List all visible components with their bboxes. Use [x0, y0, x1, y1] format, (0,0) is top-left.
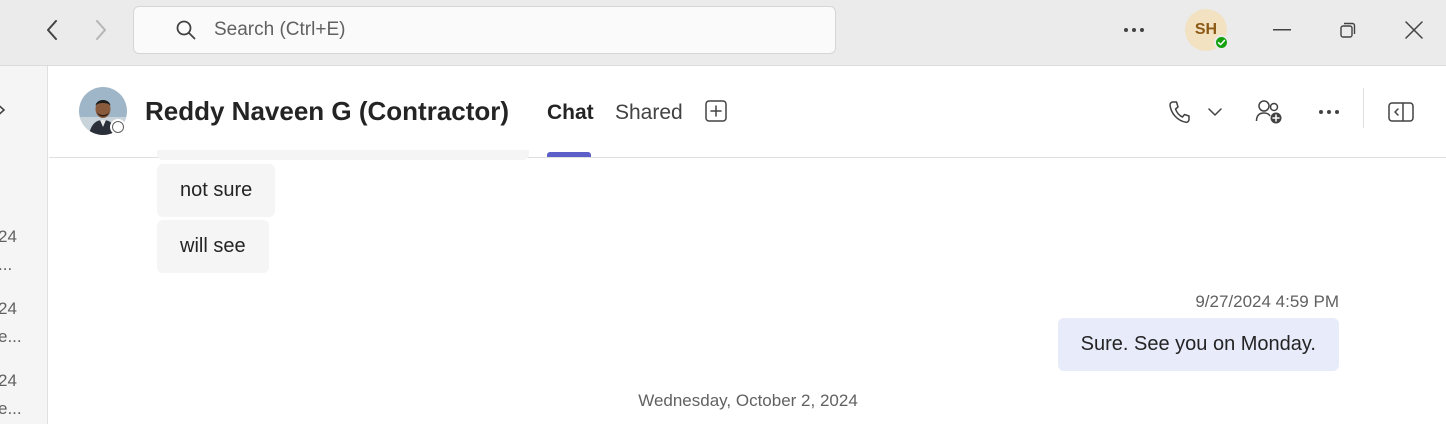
search-icon [174, 18, 198, 42]
chat-list-item[interactable]: 24 e... [0, 298, 22, 348]
chat-list-item-date: 24 [0, 299, 17, 318]
search-input[interactable] [212, 18, 716, 42]
more-horizontal-icon [1319, 110, 1339, 114]
available-status-icon [1214, 35, 1229, 50]
user-avatar[interactable]: SH [1185, 9, 1229, 51]
tab-shared[interactable]: Shared [615, 101, 683, 125]
chat-list-item-date: 24 [0, 227, 17, 246]
previous-message-bubble [157, 150, 529, 160]
search-box[interactable] [133, 6, 836, 54]
incoming-message[interactable]: will see [157, 220, 269, 273]
restore-icon [1340, 22, 1356, 38]
call-button[interactable] [1165, 98, 1193, 126]
message-timestamp: 9/27/2024 4:59 PM [1195, 292, 1339, 311]
more-options-button[interactable] [1315, 98, 1343, 126]
close-icon [1405, 21, 1423, 39]
incoming-message[interactable]: not sure [157, 164, 276, 217]
chat-list-item-preview: e... [0, 327, 22, 346]
collapse-chat-list-button[interactable] [0, 100, 14, 120]
side-panel-icon [1388, 102, 1414, 122]
minimize-icon [1273, 29, 1291, 31]
active-tab-indicator [547, 152, 591, 157]
restore-button[interactable] [1334, 16, 1362, 44]
contact-name: Reddy Naveen G (Contractor) [145, 96, 510, 126]
close-button[interactable] [1400, 16, 1428, 44]
chat-list-item-date: 24 [0, 371, 17, 390]
forward-button[interactable] [87, 16, 115, 44]
add-tab-button[interactable] [705, 100, 727, 122]
more-horizontal-icon [1124, 28, 1144, 32]
user-initials: SH [1194, 21, 1218, 38]
title-bar: SH [0, 0, 1446, 66]
date-separator: Wednesday, October 2, 2024 [638, 391, 858, 410]
chat-list-panel: 24 ... 24 e... 24 e... [0, 66, 48, 424]
chevron-left-icon [47, 20, 57, 40]
add-tab-icon [705, 100, 727, 122]
call-options-button[interactable] [1201, 98, 1229, 126]
chat-list-item-preview: ... [0, 255, 13, 274]
offline-status-icon [110, 119, 126, 135]
chevron-down-icon [1208, 108, 1222, 116]
close-icon [0, 105, 6, 115]
add-people-button[interactable] [1255, 98, 1283, 126]
minimize-button[interactable] [1268, 16, 1296, 44]
settings-more-button[interactable] [1120, 16, 1148, 44]
add-people-icon [1255, 100, 1282, 124]
chevron-right-icon [96, 20, 106, 40]
header-divider [1363, 88, 1364, 128]
open-side-panel-button[interactable] [1387, 98, 1415, 126]
chat-list-item[interactable]: 24 ... [0, 226, 17, 276]
outgoing-message[interactable]: Sure. See you on Monday. [1057, 318, 1339, 371]
chat-header: Reddy Naveen G (Contractor) Chat Shared [49, 66, 1446, 158]
tab-chat[interactable]: Chat [547, 101, 594, 125]
back-button[interactable] [38, 16, 66, 44]
phone-icon [1169, 101, 1190, 124]
